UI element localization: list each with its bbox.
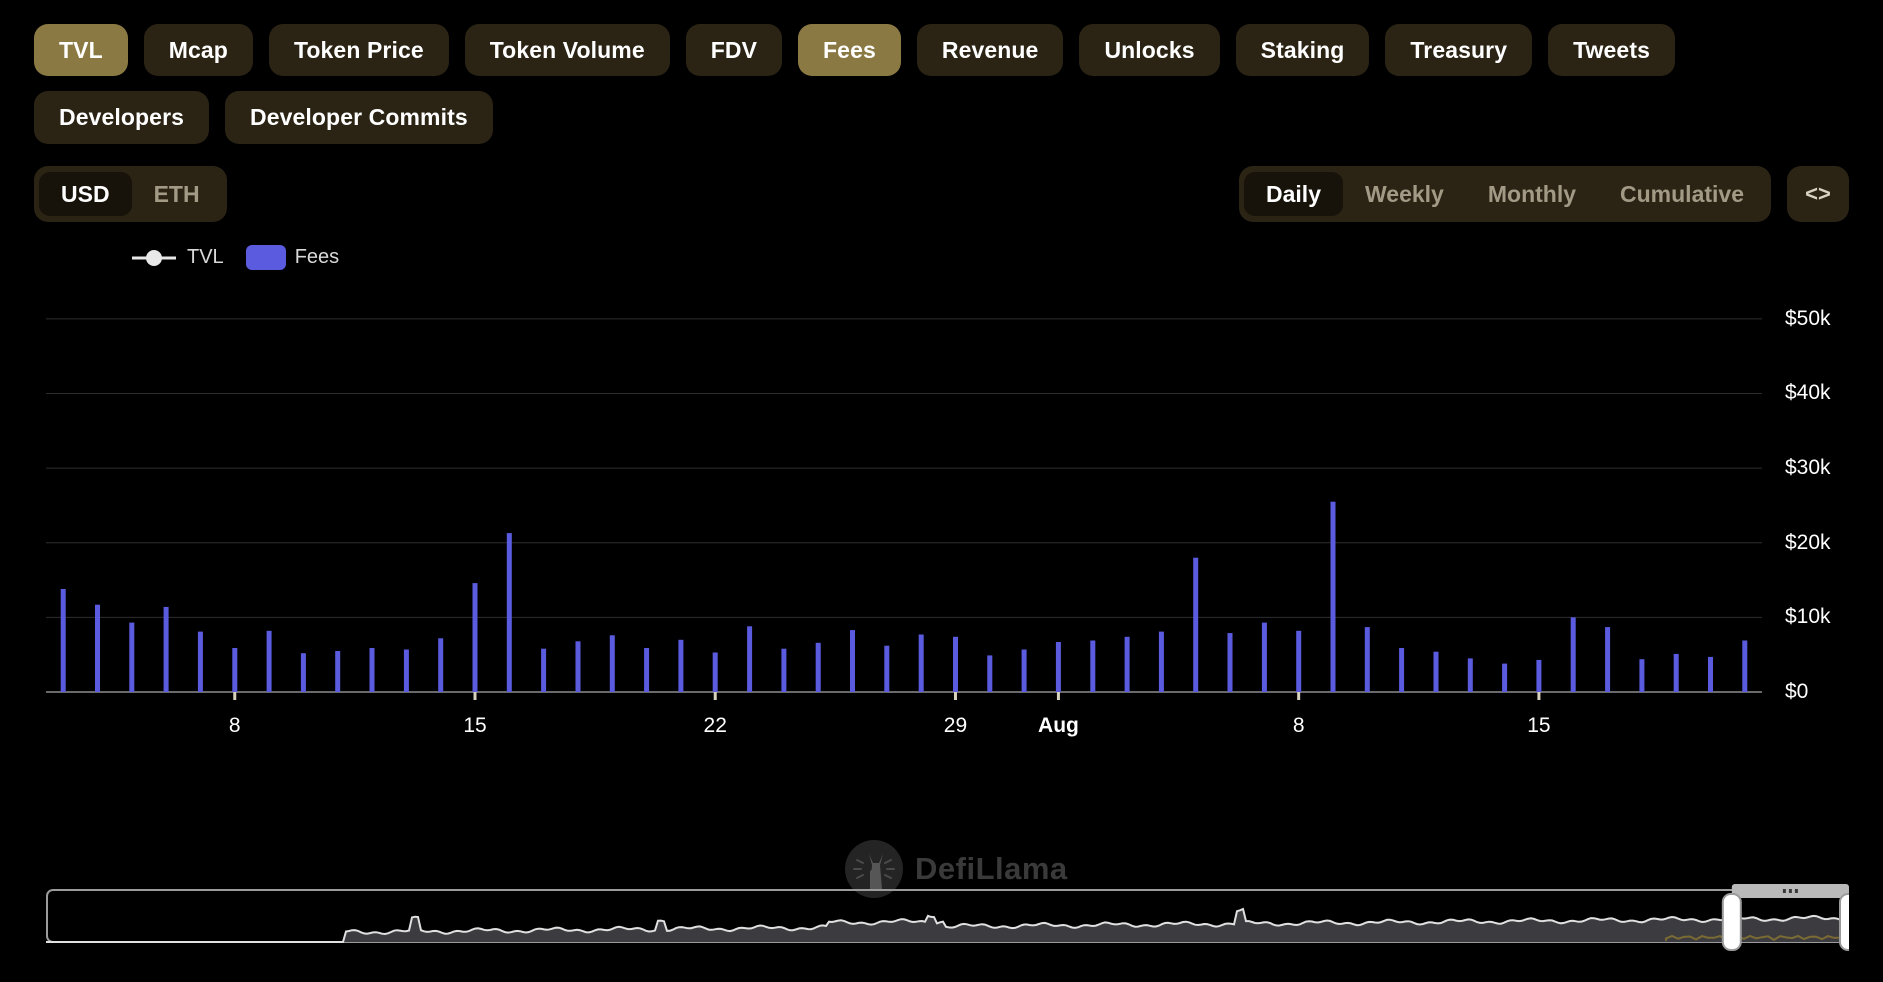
fees-bar[interactable] xyxy=(1434,652,1439,692)
fees-bar[interactable] xyxy=(1228,633,1233,692)
fees-bar[interactable] xyxy=(1502,663,1507,691)
right-controls: DailyWeeklyMonthlyCumulative <> xyxy=(1239,162,1849,226)
metric-tabs-row-2: Developers Developer Commits xyxy=(34,91,1883,143)
interval-toggle[interactable]: DailyWeeklyMonthlyCumulative xyxy=(1239,166,1771,222)
drag-handle-icon xyxy=(1795,889,1798,893)
fees-bar[interactable] xyxy=(747,626,752,692)
fees-bar[interactable] xyxy=(1742,640,1747,692)
fees-bar[interactable] xyxy=(1262,622,1267,691)
fees-bar[interactable] xyxy=(850,630,855,692)
metric-tab-fdv[interactable]: FDV xyxy=(686,24,782,76)
fees-bar[interactable] xyxy=(129,622,134,691)
currency-option-eth[interactable]: ETH xyxy=(132,172,222,216)
fees-bar[interactable] xyxy=(404,649,409,692)
fees-bar[interactable] xyxy=(232,648,237,692)
fees-bar[interactable] xyxy=(335,651,340,692)
legend-label-fees: Fees xyxy=(295,246,339,269)
fees-bar[interactable] xyxy=(816,643,821,692)
drag-handle-icon xyxy=(1789,889,1792,893)
fees-bar[interactable] xyxy=(987,655,992,692)
metric-tab-developers[interactable]: Developers xyxy=(34,91,209,143)
metric-tab-staking[interactable]: Staking xyxy=(1236,24,1370,76)
interval-option-daily[interactable]: Daily xyxy=(1244,172,1343,216)
fees-bar[interactable] xyxy=(507,533,512,692)
metric-tab-token-price[interactable]: Token Price xyxy=(269,24,449,76)
fees-bar[interactable] xyxy=(1468,658,1473,692)
watermark-text: DefiLlama xyxy=(915,851,1068,887)
fees-bar[interactable] xyxy=(1399,648,1404,692)
fees-bar[interactable] xyxy=(1159,631,1164,691)
fees-bar[interactable] xyxy=(61,589,66,692)
fees-bar[interactable] xyxy=(541,649,546,692)
fees-bar[interactable] xyxy=(1674,654,1679,692)
fees-bar[interactable] xyxy=(713,652,718,692)
fees-bar[interactable] xyxy=(1365,627,1370,692)
interval-option-cumulative[interactable]: Cumulative xyxy=(1598,172,1766,216)
legend-label-tvl: TVL xyxy=(187,246,224,269)
metric-tab-treasury[interactable]: Treasury xyxy=(1385,24,1532,76)
chart-legend: TVL Fees xyxy=(0,238,1883,278)
fees-bar[interactable] xyxy=(198,631,203,691)
fees-bar[interactable] xyxy=(576,641,581,692)
metric-tab-unlocks[interactable]: Unlocks xyxy=(1079,24,1219,76)
chart-container: TVL Fees $0$10k$20k$30k$40k$50k 8152229A… xyxy=(0,238,1883,848)
fees-bar[interactable] xyxy=(164,607,169,692)
metric-tab-mcap[interactable]: Mcap xyxy=(144,24,253,76)
fees-bar[interactable] xyxy=(1056,642,1061,692)
brush-track[interactable] xyxy=(46,884,1849,962)
fees-bar[interactable] xyxy=(644,648,649,692)
fees-bar[interactable] xyxy=(1331,502,1336,692)
fees-bar[interactable] xyxy=(1571,617,1576,692)
fees-bar[interactable] xyxy=(438,638,443,692)
fees-bar[interactable] xyxy=(884,646,889,692)
currency-option-usd[interactable]: USD xyxy=(39,172,132,216)
fees-bar-chart[interactable] xyxy=(0,292,1883,762)
fees-bar[interactable] xyxy=(370,648,375,692)
metric-tab-revenue[interactable]: Revenue xyxy=(917,24,1064,76)
fees-bar[interactable] xyxy=(1090,640,1095,692)
range-selector[interactable] xyxy=(46,884,1849,962)
fees-bar[interactable] xyxy=(1639,659,1644,692)
fees-bar[interactable] xyxy=(678,640,683,692)
fees-bar[interactable] xyxy=(1605,627,1610,692)
chart-control-bar: USDETH DailyWeeklyMonthlyCumulative <> xyxy=(34,162,1849,226)
fees-bar[interactable] xyxy=(1708,657,1713,692)
code-brackets-icon[interactable]: <> xyxy=(1787,166,1849,222)
fees-bar[interactable] xyxy=(1193,558,1198,692)
interval-option-weekly[interactable]: Weekly xyxy=(1343,172,1466,216)
defillama-chart-page: TVL Mcap Token Price Token Volume FDV Fees Rev… xyxy=(0,0,1883,982)
fees-bar[interactable] xyxy=(473,583,478,692)
metric-tabs-row-1: TVL Mcap Token Price Token Volume FDV Fees Rev… xyxy=(34,24,1883,76)
legend-item-fees[interactable]: Fees xyxy=(246,245,339,270)
fees-bar[interactable] xyxy=(919,634,924,692)
plot-area: $0$10k$20k$30k$40k$50k 8152229Aug815 xyxy=(0,292,1883,762)
brush-handle-right[interactable] xyxy=(1840,894,1849,950)
fees-bar[interactable] xyxy=(1125,637,1130,692)
tvl-line-marker-icon xyxy=(130,248,178,268)
fees-bar[interactable] xyxy=(953,637,958,692)
fees-bar[interactable] xyxy=(1296,631,1301,692)
fees-bar[interactable] xyxy=(1022,649,1027,692)
fees-bar[interactable] xyxy=(1536,660,1541,692)
currency-toggle[interactable]: USDETH xyxy=(34,166,227,222)
fees-bar[interactable] xyxy=(301,653,306,692)
brush-area xyxy=(46,909,1849,942)
fees-bar[interactable] xyxy=(610,635,615,692)
brush-handle-left[interactable] xyxy=(1723,894,1741,950)
metric-tab-fees[interactable]: Fees xyxy=(798,24,901,76)
interval-option-monthly[interactable]: Monthly xyxy=(1466,172,1598,216)
fees-color-swatch xyxy=(246,245,286,270)
metric-tabs: TVL Mcap Token Price Token Volume FDV Fees Rev… xyxy=(0,0,1883,144)
fees-bar[interactable] xyxy=(781,649,786,692)
fees-bar[interactable] xyxy=(267,631,272,692)
fees-bar[interactable] xyxy=(95,605,100,692)
metric-tab-tweets[interactable]: Tweets xyxy=(1548,24,1675,76)
metric-tab-tvl[interactable]: TVL xyxy=(34,24,128,76)
drag-handle-icon xyxy=(1783,889,1786,893)
legend-item-tvl[interactable]: TVL xyxy=(130,246,224,269)
metric-tab-developer-commits[interactable]: Developer Commits xyxy=(225,91,493,143)
metric-tab-token-volume[interactable]: Token Volume xyxy=(465,24,670,76)
